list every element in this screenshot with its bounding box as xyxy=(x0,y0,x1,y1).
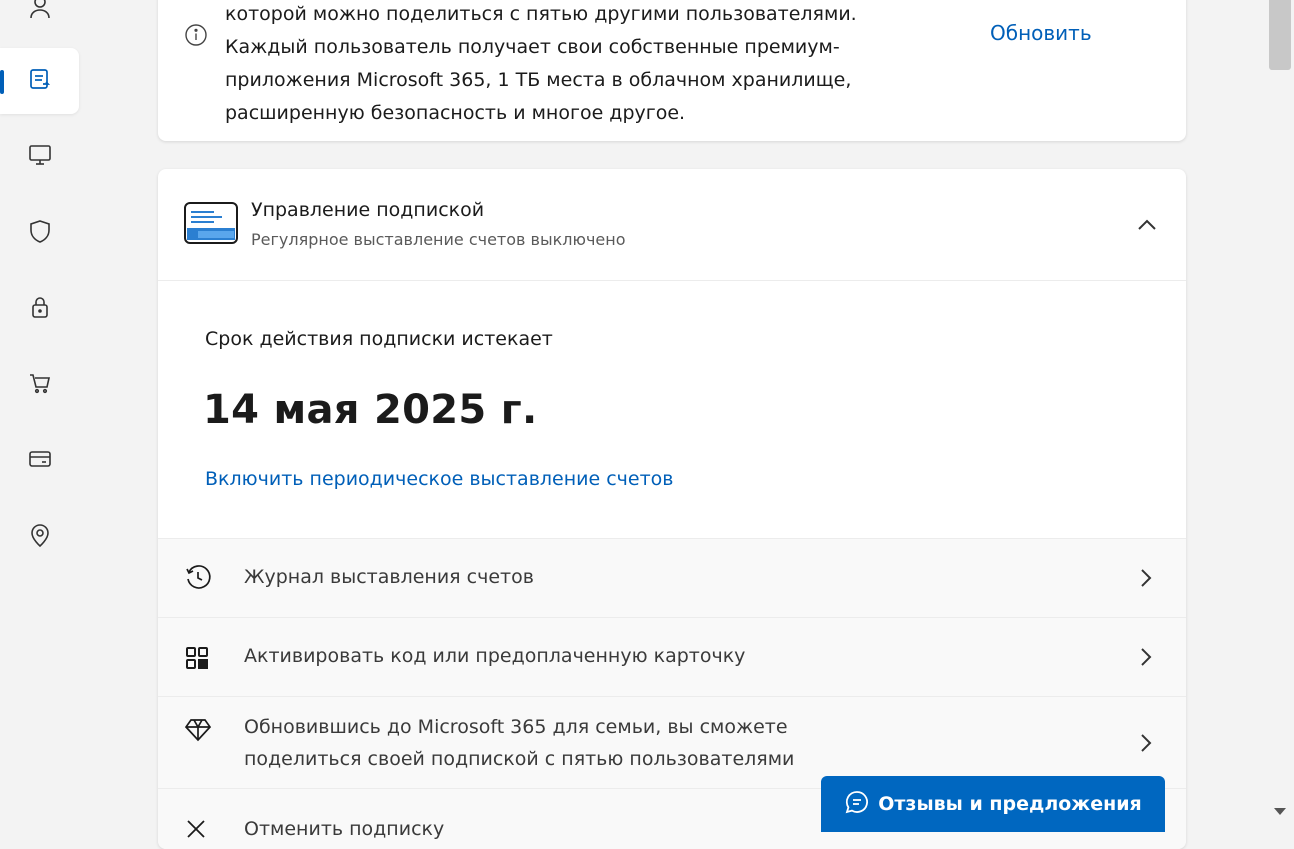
row-label-line: Обновившись до Microsoft 365 для семьи, … xyxy=(244,716,788,738)
rail-item-profile[interactable] xyxy=(0,0,80,42)
history-icon xyxy=(184,564,212,596)
vertical-scrollbar[interactable] xyxy=(1267,0,1294,829)
chevron-right-icon xyxy=(1138,646,1154,668)
payment-card-icon xyxy=(27,446,53,476)
row-label: Активировать код или предоплаченную карт… xyxy=(244,645,746,667)
rail-item-orders[interactable] xyxy=(0,352,80,418)
row-label: Журнал выставления счетов xyxy=(244,566,534,588)
close-icon xyxy=(184,817,208,845)
row-label: Отменить подписку xyxy=(244,818,445,840)
diamond-icon xyxy=(184,717,212,747)
subscription-subtitle: Регулярное выставление счетов выключено xyxy=(251,230,626,249)
feedback-label: Отзывы и предложения xyxy=(878,793,1142,815)
upgrade-description-line: расширенную безопасность и многое другое… xyxy=(225,102,686,124)
rail-item-privacy[interactable] xyxy=(0,276,80,342)
upgrade-description: которой можно поделиться с пятью другими… xyxy=(225,0,945,130)
chat-bubble-icon xyxy=(844,789,878,820)
scroll-down-arrow-icon[interactable] xyxy=(1274,808,1286,815)
rail-item-security[interactable] xyxy=(0,200,80,266)
chevron-up-icon[interactable] xyxy=(1133,213,1161,237)
expiry-date: 14 мая 2025 г. xyxy=(203,387,538,433)
row-label-line: поделиться своей подпиской с пятью польз… xyxy=(244,748,795,770)
left-nav-rail xyxy=(0,0,80,829)
rail-item-subscriptions[interactable] xyxy=(0,48,79,114)
upgrade-description-line: приложения Microsoft 365, 1 ТБ места в о… xyxy=(225,69,852,91)
cart-icon xyxy=(27,370,53,400)
subscriptions-icon xyxy=(27,66,53,96)
subscription-title: Управление подпиской xyxy=(251,199,485,221)
enable-recurring-billing-link[interactable]: Включить периодическое выставление счето… xyxy=(205,468,674,490)
family-upgrade-info-card: которой можно поделиться с пятью другими… xyxy=(158,0,1186,141)
lock-icon xyxy=(27,294,53,324)
upgrade-description-line: Каждый пользователь получает свои собств… xyxy=(225,36,840,58)
feedback-button[interactable]: Отзывы и предложения xyxy=(821,776,1165,832)
expiry-label: Срок действия подписки истекает xyxy=(205,328,553,350)
subscription-header[interactable]: Управление подпиской Регулярное выставле… xyxy=(158,169,1186,281)
rail-item-devices[interactable] xyxy=(0,124,80,190)
info-icon xyxy=(184,23,208,51)
subscription-management-card: Управление подпиской Регулярное выставле… xyxy=(158,169,1186,849)
update-link[interactable]: Обновить xyxy=(990,21,1092,45)
rail-item-addresses[interactable] xyxy=(0,504,80,570)
billing-card-icon xyxy=(184,202,238,248)
chevron-right-icon xyxy=(1138,732,1154,754)
rail-item-payment[interactable] xyxy=(0,428,80,494)
scrollbar-thumb[interactable] xyxy=(1269,0,1291,70)
qr-code-icon xyxy=(184,645,210,675)
upgrade-description-line: которой можно поделиться с пятью другими… xyxy=(225,3,857,25)
devices-icon xyxy=(27,142,53,172)
chevron-right-icon xyxy=(1138,567,1154,589)
row-billing-history[interactable]: Журнал выставления счетов xyxy=(158,538,1186,618)
location-icon xyxy=(27,522,53,552)
row-label: Обновившись до Microsoft 365 для семьи, … xyxy=(244,711,794,775)
row-redeem-code[interactable]: Активировать код или предоплаченную карт… xyxy=(158,617,1186,697)
shield-icon xyxy=(27,218,53,248)
person-icon xyxy=(27,0,53,24)
